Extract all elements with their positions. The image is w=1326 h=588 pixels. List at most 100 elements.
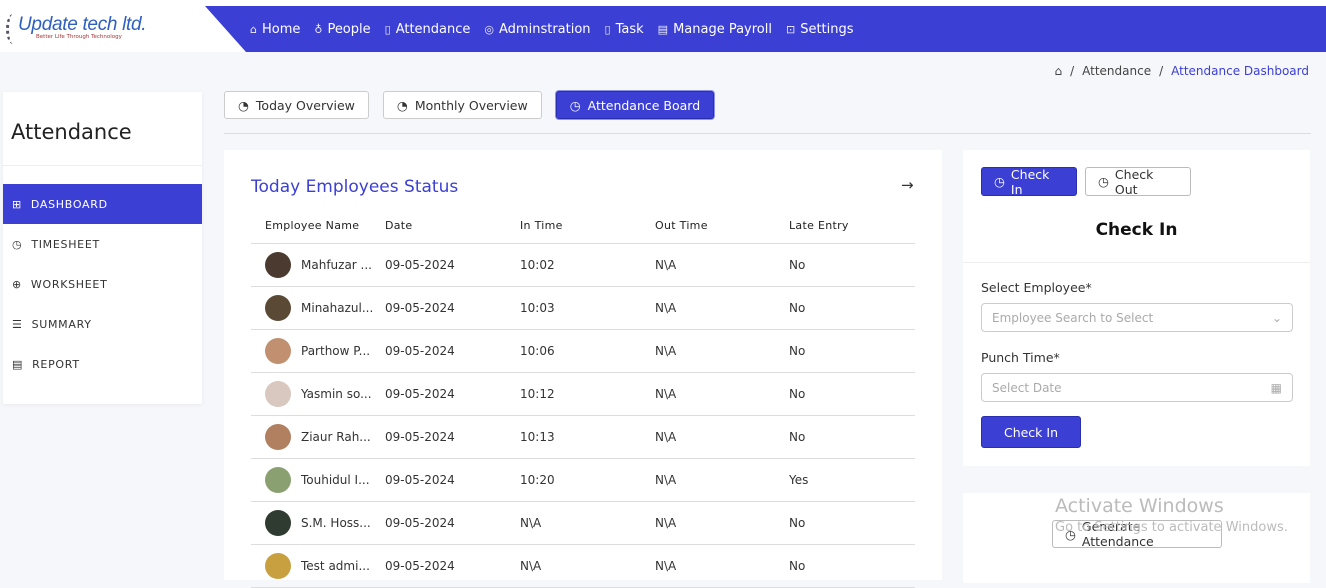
nav-adminstration[interactable]: ◎ Adminstration [484,22,590,37]
sidebar-item-worksheet[interactable]: ⊕ WORKSHEET [3,264,202,304]
avatar [265,294,291,321]
cell: 10:12 [520,372,655,416]
nav-manage-payroll[interactable]: ▤ Manage Payroll [658,22,772,37]
sidebar-item-summary[interactable]: ☰ SUMMARY [3,304,202,344]
cell: Ziaur Rah... [251,415,385,459]
nav-icon: ◎ [484,22,495,36]
punch-time-input[interactable]: Select Date ▦ [981,373,1293,402]
overview-tabs: ◔ Today Overview ◔ Monthly Overview ◷ Atten… [224,91,715,119]
nav-icon: ⊡ [785,22,796,36]
check-in-card: ◷ Check In ◷ Check Out Check In Select Emp… [963,150,1310,466]
sidebar-item-label: SUMMARY [31,317,92,331]
sidebar-item-label: DASHBOARD [30,197,108,211]
cell: 09-05-2024 [385,458,520,502]
sidebar-item-dashboard[interactable]: ⊞ DASHBOARD [3,184,202,224]
nav-label: People [327,21,371,37]
cell: N\A [520,544,655,588]
sidebar-icon: ▤ [12,357,24,371]
check-in-tab[interactable]: ◷ Check In [981,166,1077,197]
nav-label: Attendance [395,21,471,37]
home-icon[interactable]: ⌂ [1054,64,1062,78]
employee-name: Minahazul... [301,300,374,315]
table-row[interactable]: Minahazul... 09-05-2024 10:03 N\A No [251,286,915,330]
sidebar-item-label: WORKSHEET [30,277,108,291]
cell: N\A [655,415,789,459]
cell: Parthow P... [251,329,385,373]
table-row[interactable]: Touhidul I... 09-05-2024 10:20 N\A Yes [251,458,915,502]
employee-name: Parthow P... [301,343,371,358]
employee-name: Touhidul I... [301,472,370,487]
cell: N\A [655,458,789,502]
tab-monthly-overview[interactable]: ◔ Monthly Overview [382,91,542,119]
logo[interactable]: Update tech ltd. Better Life Through Tec… [0,6,246,52]
form-heading: Check In [1095,220,1178,240]
avatar [265,552,291,579]
employee-name: Test admi... [301,558,370,573]
cell: No [789,544,915,588]
employee-status-card: Today Employees Status → Employee Name Da… [224,150,942,588]
table-row[interactable]: Ziaur Rah... 09-05-2024 10:13 N\A No [251,415,915,459]
nav-label: Task [615,21,644,37]
nav-label: Home [261,21,301,37]
sidebar: Attendance ⊞ DASHBOARD ◷ TIMESHEET ⊕ WORKSHEE… [3,92,202,404]
sidebar-item-report[interactable]: ▤ REPORT [3,344,202,384]
table-row[interactable]: Mahfuzar ... 09-05-2024 10:02 N\A No [251,243,915,287]
cell: Test admi... [251,544,385,588]
breadcrumb-attendance[interactable]: Attendance [1082,64,1151,78]
cell: N\A [655,372,789,416]
nav-home[interactable]: ⌂ Home [250,22,300,37]
cell: N\A [655,286,789,330]
nav-task[interactable]: ▯ Task [605,22,644,37]
cell: 10:06 [520,329,655,373]
table-row[interactable]: Yasmin so... 09-05-2024 10:12 N\A No [251,372,915,416]
cell: 10:02 [520,243,655,287]
check-in-submit-button[interactable]: Check In [981,416,1081,448]
logo-text: Update tech ltd. [18,14,147,35]
table-row[interactable]: Test admi... 09-05-2024 N\A N\A No [251,544,915,588]
arrow-right-icon[interactable]: → [901,176,914,194]
avatar [265,380,291,407]
nav-attendance[interactable]: ▯ Attendance [385,22,471,37]
sidebar-title: Attendance [3,92,202,166]
employee-select[interactable]: Employee Search to Select ⌄ [981,303,1293,332]
cell: No [789,243,915,287]
divider [963,262,1310,263]
tab-attendance-board[interactable]: ◷ Attendance Board [555,91,715,119]
nav-label: Settings [800,21,854,37]
nav-label: Manage Payroll [673,21,772,37]
cell: No [789,329,915,373]
employee-name: Yasmin so... [301,386,372,401]
nav-icon: ⌂ [250,22,257,36]
breadcrumb-current: Attendance Dashboard [1171,64,1309,78]
cell: 09-05-2024 [385,329,520,373]
cell: 09-05-2024 [385,415,520,459]
employee-name: Ziaur Rah... [301,429,371,444]
label: Check In [1010,166,1050,197]
watermark-title: Activate Windows [1055,495,1224,517]
cell: N\A [520,501,655,545]
nav-settings[interactable]: ⊡ Settings [786,22,854,37]
employee-label: Select Employee* [981,280,1092,295]
cell: 09-05-2024 [385,286,520,330]
cell: N\A [655,329,789,373]
cell: S.M. Hoss... [251,501,385,545]
check-out-tab[interactable]: ◷ Check Out [1085,167,1191,197]
cell: Yasmin so... [251,372,385,416]
tab-label: Today Overview [255,97,355,113]
breadcrumb: ⌂ / Attendance / Attendance Dashboard [1054,64,1309,78]
sidebar-item-label: REPORT [32,357,80,371]
cell: 10:03 [520,286,655,330]
cell: No [789,501,915,545]
calendar-icon: ▦ [1270,380,1282,395]
tab-label: Monthly Overview [414,97,528,113]
table-row[interactable]: Parthow P... 09-05-2024 10:06 N\A No [251,329,915,373]
table-row[interactable]: S.M. Hoss... 09-05-2024 N\A N\A No [251,501,915,545]
top-navbar: Update tech ltd. Better Life Through Tec… [0,6,1326,52]
nav-icon: ▤ [657,22,669,36]
cell: 09-05-2024 [385,544,520,588]
cell: Mahfuzar ... [251,243,385,287]
nav-people[interactable]: ♁ People [314,22,370,37]
tab-today-overview[interactable]: ◔ Today Overview [224,91,369,119]
sidebar-item-timesheet[interactable]: ◷ TIMESHEET [3,224,202,264]
divider [224,133,1311,134]
